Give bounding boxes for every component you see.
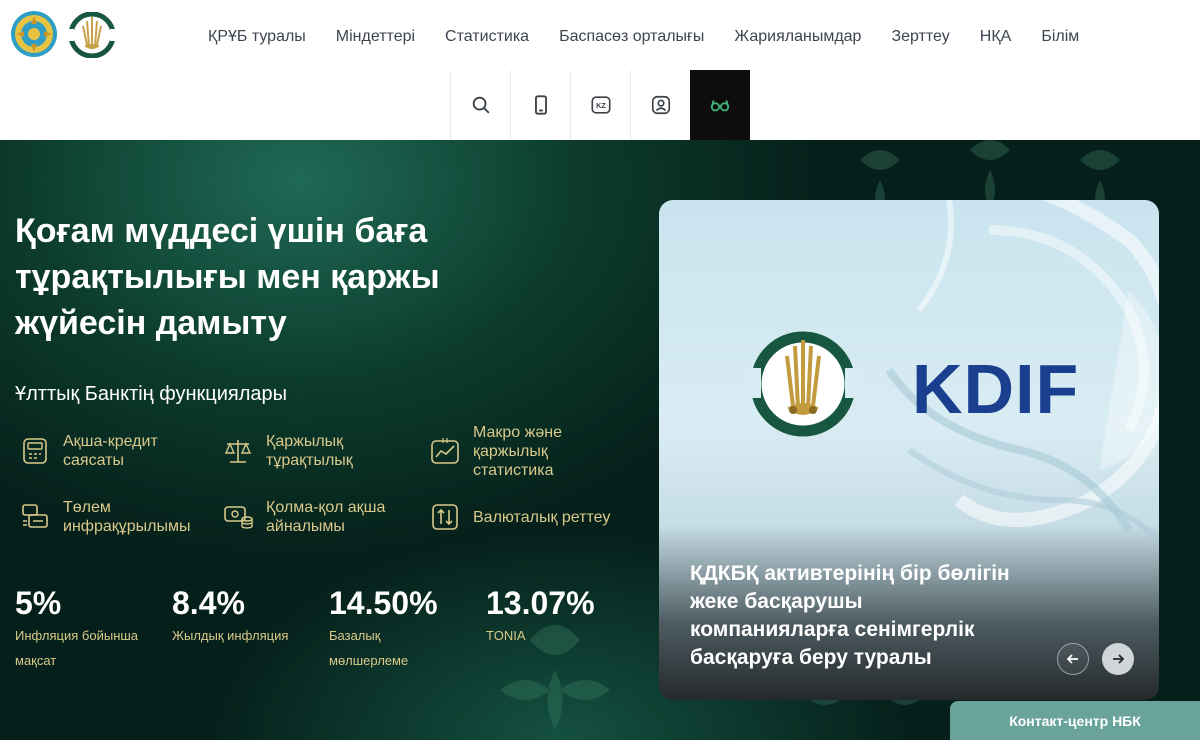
stat-value: 8.4% — [172, 585, 245, 621]
mobile-app-button[interactable] — [510, 70, 570, 140]
stat-value: 13.07% — [486, 585, 595, 621]
stat-caption: Инфляция бойынша мақсат — [15, 628, 139, 668]
next-slide-button[interactable] — [1102, 643, 1134, 675]
scales-icon — [224, 440, 252, 463]
function-statistics[interactable]: Макро және қаржылық статистика — [429, 423, 623, 480]
function-label: Қолма-қол ақша айналымы — [266, 499, 386, 535]
function-label: Қаржылық тұрақтылық — [266, 433, 353, 469]
nav-item-about[interactable]: ҚРҰБ туралы — [193, 25, 321, 49]
accessibility-button[interactable] — [690, 70, 750, 140]
stat-annual-inflation: 8.4% Жылдық инфляция — [172, 583, 322, 648]
nav-item-legal-acts[interactable]: НҚА — [965, 25, 1027, 49]
stat-tonia: 13.07% TONIA — [486, 583, 636, 648]
nbk-logo-icon — [749, 331, 857, 437]
header-toolbar: KZ — [450, 70, 750, 140]
function-payment-infrastructure[interactable]: Төлем инфрақұрылымы — [19, 498, 213, 536]
mobile-icon — [534, 95, 547, 115]
function-currency-regulation[interactable]: Валюталық реттеу — [429, 501, 643, 533]
nbk-logo-icon[interactable] — [68, 12, 116, 58]
chart-icon — [431, 437, 459, 464]
contact-center-button[interactable]: Контакт-центр НБК — [950, 701, 1200, 740]
function-monetary-policy[interactable]: Ақша-кредит саясаты — [19, 432, 213, 470]
exchange-icon — [432, 504, 458, 530]
site-header: ҚРҰБ туралы Міндеттері Статистика Баспас… — [0, 0, 1200, 140]
payment-icon — [22, 504, 48, 528]
arrow-left-icon — [1066, 654, 1078, 664]
function-cash-circulation[interactable]: Қолма-қол ақша айналымы — [222, 498, 416, 536]
cash-icon — [224, 506, 253, 529]
nav-item-publications[interactable]: Жарияланымдар — [719, 25, 876, 49]
nav-item-statistics[interactable]: Статистика — [430, 25, 544, 49]
nav-item-press-center[interactable]: Баспасөз орталығы — [544, 25, 719, 49]
function-label: Макро және қаржылық статистика — [473, 424, 562, 479]
search-icon — [472, 96, 489, 114]
functions-title: Ұлттық Банктің функциялары — [15, 383, 288, 405]
function-label: Ақша-кредит саясаты — [63, 433, 158, 469]
language-label: KZ — [596, 101, 606, 110]
hero-section: Қоғам мүддесі үшін баға тұрақтылығы мен … — [0, 140, 1200, 740]
account-button[interactable] — [630, 70, 690, 140]
arrow-right-icon — [1113, 654, 1125, 664]
slide-caption[interactable]: ҚДКБҚ активтерінің бір бөлігін жеке басқ… — [690, 560, 1020, 672]
nav-item-education[interactable]: Білім — [1026, 25, 1094, 49]
news-slider-card[interactable]: KDIF ҚДКБҚ активтерінің бір бөлігін жеке… — [659, 200, 1159, 700]
stat-inflation-target: 5% Инфляция бойынша мақсат — [15, 583, 165, 673]
language-icon: KZ — [590, 96, 611, 114]
nav-item-research[interactable]: Зерттеу — [876, 25, 964, 49]
kdif-logo-text: KDIF — [912, 350, 1080, 428]
stat-value: 14.50% — [329, 585, 438, 621]
main-nav: ҚРҰБ туралы Міндеттері Статистика Баспас… — [193, 25, 1094, 49]
stat-base-rate: 14.50% Базалық мөлшерлеме — [329, 583, 479, 673]
function-financial-stability[interactable]: Қаржылық тұрақтылық — [222, 432, 416, 470]
stat-caption: TONIA — [486, 628, 526, 643]
function-label: Валюталық реттеу — [473, 508, 611, 526]
nav-item-tasks[interactable]: Міндеттері — [321, 25, 430, 49]
stat-value: 5% — [15, 585, 62, 621]
glasses-icon — [710, 100, 730, 112]
function-label: Төлем инфрақұрылымы — [63, 499, 191, 535]
calculator-icon — [23, 438, 47, 464]
stat-caption: Жылдық инфляция — [172, 628, 289, 643]
hero-headline: Қоғам мүддесі үшін баға тұрақтылығы мен … — [15, 212, 440, 342]
prev-slide-button[interactable] — [1057, 643, 1089, 675]
account-icon — [651, 95, 670, 115]
search-button[interactable] — [450, 70, 510, 140]
kazakhstan-emblem-icon[interactable] — [10, 10, 58, 58]
stat-caption: Базалық мөлшерлеме — [329, 628, 409, 668]
language-button[interactable]: KZ — [570, 70, 630, 140]
